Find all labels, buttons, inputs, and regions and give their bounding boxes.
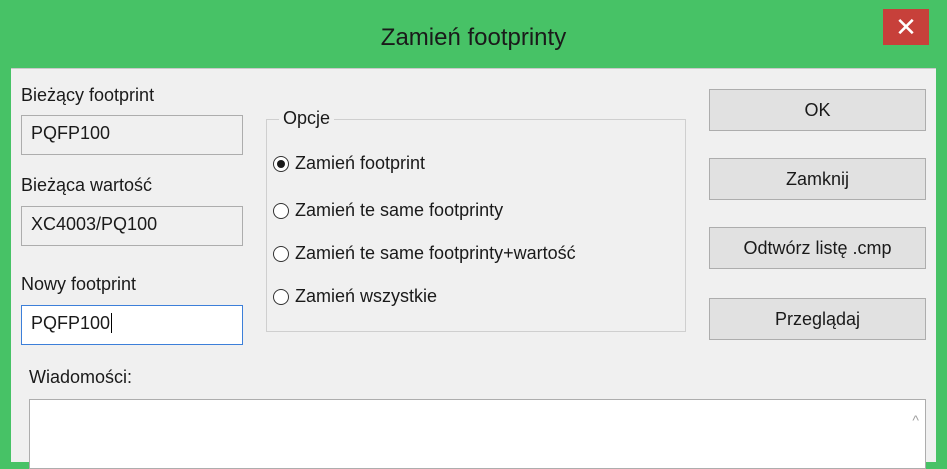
close-button[interactable]: Zamknij: [709, 158, 926, 200]
ok-button[interactable]: OK: [709, 89, 926, 131]
option-label: Zamień wszystkie: [295, 286, 438, 306]
current-value-label: Bieżąca wartość: [21, 175, 153, 195]
option-label: Zamień te same footprinty+wartość: [295, 243, 576, 263]
radio-button-checked[interactable]: [273, 155, 289, 172]
scroll-up-icon[interactable]: ^: [912, 412, 919, 428]
window-title: Zamień footprinty: [380, 24, 567, 51]
text-caret: [111, 313, 113, 333]
option-replace-same-footprints[interactable]: Zamień te same footprinty: [273, 200, 503, 221]
option-replace-footprint[interactable]: Zamień footprint: [273, 153, 425, 174]
options-legend: Opcje: [279, 108, 335, 129]
messages-textarea[interactable]: ^: [29, 399, 926, 469]
restore-cmp-list-button[interactable]: Odtwórz listę .cmp: [709, 227, 926, 269]
radio-button[interactable]: [273, 288, 289, 305]
close-icon: ✕: [895, 11, 917, 42]
radio-button[interactable]: [273, 245, 289, 262]
messages-label: Wiadomości:: [29, 367, 133, 387]
current-footprint-field: PQFP100: [21, 115, 243, 155]
new-footprint-label: Nowy footprint: [21, 274, 137, 294]
new-footprint-input[interactable]: PQFP100: [21, 305, 243, 345]
dialog-body: Bieżący footprint PQFP100 Bieżąca wartoś…: [11, 68, 936, 469]
option-replace-same-footprints-value[interactable]: Zamień te same footprinty+wartość: [273, 243, 576, 264]
option-label: Zamień footprint: [295, 153, 426, 173]
current-value-field: XC4003/PQ100: [21, 206, 243, 246]
new-footprint-value: PQFP100: [31, 313, 111, 333]
option-label: Zamień te same footprinty: [295, 200, 504, 220]
browse-button[interactable]: Przeglądaj: [709, 298, 926, 340]
option-replace-all[interactable]: Zamień wszystkie: [273, 286, 437, 307]
close-window-button[interactable]: ✕: [883, 9, 929, 45]
options-group: Opcje Zamień footprint Zamień te same fo…: [266, 108, 686, 332]
current-footprint-label: Bieżący footprint: [21, 85, 155, 105]
radio-button[interactable]: [273, 202, 289, 219]
